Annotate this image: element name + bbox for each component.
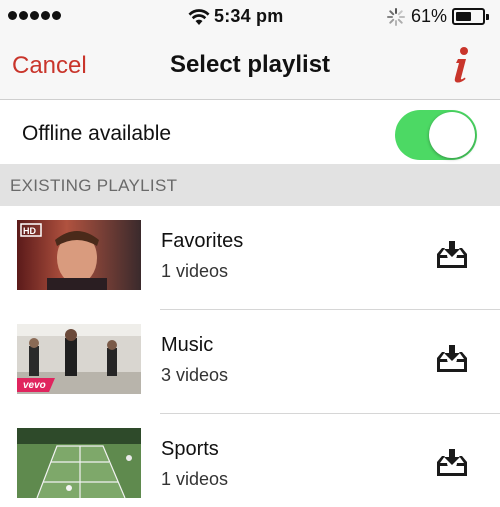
battery-fill <box>456 12 471 21</box>
wifi-icon <box>188 9 210 25</box>
status-time: 5:34 pm <box>214 6 284 26</box>
download-icon[interactable] <box>436 448 468 478</box>
navigation-bar: Select playlist Cancel <box>0 34 500 100</box>
signal-strength-icon <box>8 11 61 20</box>
battery-percentage: 61% <box>411 6 448 26</box>
playlist-name: Music <box>161 334 214 356</box>
status-bar: 5:34 pm 61% <box>0 0 500 34</box>
section-header-existing-playlist: EXISTING PLAYLIST <box>0 164 500 206</box>
playlist-row-music[interactable]: vevo Music 3 videos <box>0 310 500 414</box>
playlist-video-count: 1 videos <box>161 469 229 489</box>
cancel-button[interactable]: Cancel <box>12 52 87 80</box>
battery-icon <box>452 8 489 25</box>
offline-available-label: Offline available <box>22 122 172 145</box>
download-icon[interactable] <box>436 344 468 374</box>
playlist-name: Sports <box>161 438 219 460</box>
offline-available-toggle[interactable] <box>395 110 477 160</box>
download-icon[interactable] <box>436 240 468 270</box>
activity-spinner-icon <box>387 8 405 26</box>
playlist-row-sports[interactable]: Sports 1 videos <box>0 414 500 507</box>
vevo-badge: vevo <box>23 380 46 391</box>
playlist-thumbnail: vevo <box>17 324 141 394</box>
hd-badge: HD <box>23 226 36 236</box>
playlist-video-count: 3 videos <box>161 365 229 385</box>
playlist-name: Favorites <box>161 230 244 252</box>
playlist-thumbnail <box>17 428 141 498</box>
offline-available-row: Offline available <box>0 100 500 164</box>
playlist-thumbnail: HD <box>17 220 141 290</box>
section-header-label: EXISTING PLAYLIST <box>10 176 178 195</box>
info-icon[interactable] <box>449 46 473 84</box>
playlist-video-count: 1 videos <box>161 261 229 281</box>
toggle-knob <box>429 112 475 158</box>
playlist-row-favorites[interactable]: HD Favorites 1 videos <box>0 206 500 310</box>
